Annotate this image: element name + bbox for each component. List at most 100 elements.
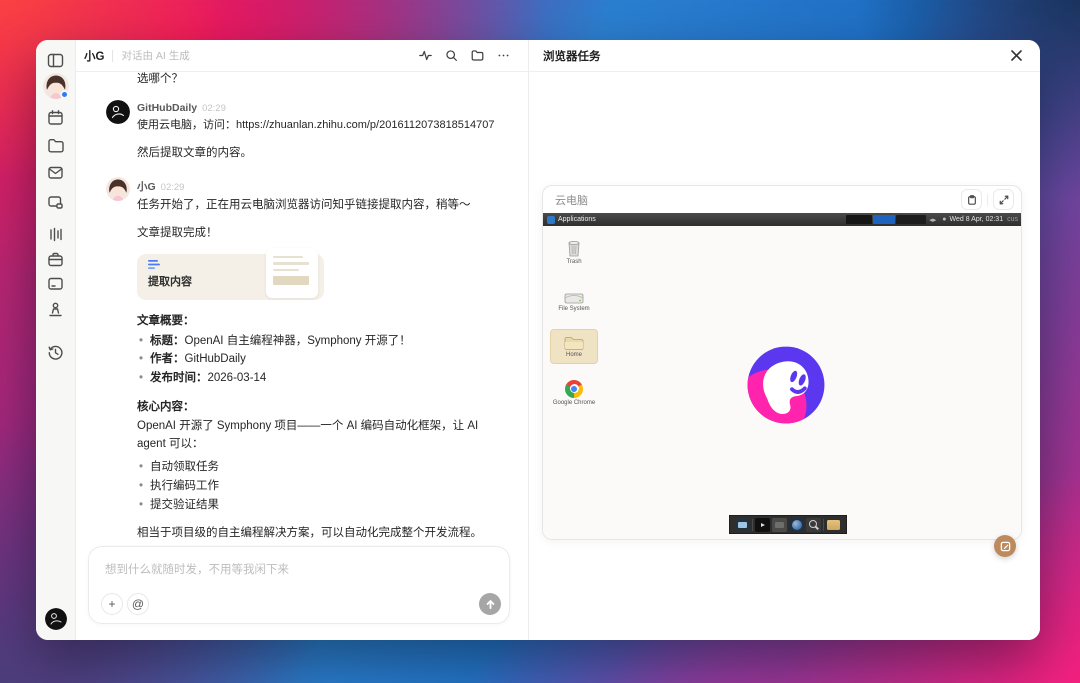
dock-browser-icon[interactable]: [789, 518, 804, 532]
chat-subtitle: 对话由 AI 生成: [121, 48, 189, 63]
list-icon: [148, 260, 160, 270]
task-panel-body: 云电脑 Applications: [529, 72, 1040, 640]
summary-meta-list: 标题：OpenAI 自主编程神器，Symphony 开源了！ 作者：GitHub…: [137, 332, 510, 389]
calendar-icon[interactable]: [44, 105, 68, 129]
list-item: 作者：GitHubDaily: [137, 350, 510, 369]
task-panel-header: 浏览器任务: [529, 40, 1040, 72]
close-icon[interactable]: [1006, 46, 1026, 66]
desktop-icon-file-system[interactable]: File System: [551, 284, 597, 317]
sidebar-toggle-icon[interactable]: [44, 48, 68, 72]
search-icon[interactable]: [440, 45, 462, 67]
remote-desktop[interactable]: Trash File System Home Google Chrom: [543, 226, 1021, 539]
desktop-icon-column: Trash File System Home Google Chrom: [551, 236, 597, 410]
desktop-icon-label: File System: [558, 306, 589, 314]
terminal-card-icon[interactable]: [44, 271, 68, 295]
cloud-window-header: 云电脑: [543, 186, 1021, 213]
dock-console-icon[interactable]: [755, 518, 770, 532]
remote-clock: Wed 8 Apr, 02:31: [950, 216, 1004, 223]
cloud-window-title: 云电脑: [555, 192, 588, 208]
more-icon[interactable]: [492, 45, 514, 67]
home-folder-icon: [564, 336, 584, 350]
task-panel-title: 浏览器任务: [543, 48, 601, 64]
dock-file-manager-icon[interactable]: [772, 518, 787, 532]
online-status-dot: [60, 90, 69, 99]
list-item: 执行编码工作: [137, 477, 510, 496]
message-time: 02:29: [161, 182, 185, 193]
expand-button[interactable]: [993, 189, 1014, 210]
remote-dock: [729, 515, 847, 534]
tray-user-icon: ●: [942, 216, 946, 223]
applications-menu[interactable]: Applications: [558, 216, 596, 223]
conversations-icon[interactable]: [44, 190, 68, 214]
briefcase-icon[interactable]: [44, 247, 68, 271]
mention-button[interactable]: @: [127, 593, 149, 615]
list-item: 提交验证结果: [137, 496, 510, 515]
taskbar-segment: [846, 215, 872, 224]
chat-title: 小G: [84, 48, 104, 64]
remote-user-label: cus: [1007, 216, 1018, 223]
message-list[interactable]: 选哪个？ GitHubDaily 02:29 使用云电脑，访问：https://…: [76, 72, 528, 544]
xfce-menu-icon: [547, 216, 555, 224]
button-divider: [987, 194, 988, 206]
drive-icon: [564, 290, 584, 304]
send-button[interactable]: [479, 593, 501, 615]
expand-icon: [999, 195, 1009, 205]
trash-icon: [566, 239, 582, 257]
dock-terminal-icon[interactable]: [735, 518, 750, 532]
edit-note-icon: [1000, 541, 1011, 552]
list-item: 自动领取任务: [137, 458, 510, 477]
arrow-up-icon: [485, 599, 496, 610]
message-author: GitHubDaily: [137, 102, 197, 114]
desktop-icon-label: Home: [566, 352, 582, 360]
podium-person-icon[interactable]: [44, 297, 68, 321]
taskbar-segment: [896, 215, 926, 224]
desktop-icon-home[interactable]: Home: [551, 330, 597, 363]
activity-icon[interactable]: [414, 45, 436, 67]
folder-icon[interactable]: [466, 45, 488, 67]
message-input[interactable]: 想到什么就随时发，不用等我闲下来 + @: [88, 546, 510, 624]
history-icon[interactable]: [44, 340, 68, 364]
browser-task-panel: 浏览器任务 云电脑: [528, 40, 1040, 640]
taskbar-active-segment: [873, 215, 895, 224]
summary-paragraph: OpenAI 开源了 Symphony 项目——一个 AI 编码自动化框架，让 …: [137, 418, 510, 454]
ghost-loading-logo: [745, 344, 827, 426]
input-placeholder: 想到什么就随时发，不用等我闲下来: [105, 561, 495, 577]
header-divider: [112, 50, 113, 62]
summary-heading: 文章概要：: [137, 312, 510, 328]
desktop-icon-label: Trash: [566, 259, 581, 267]
chrome-icon: [565, 380, 583, 398]
desktop-icon-trash[interactable]: Trash: [551, 236, 597, 270]
message-text: 文章提取完成！: [137, 225, 510, 242]
app-window: 小G 对话由 AI 生成 选哪个？: [36, 40, 1040, 640]
message-time: 02:29: [202, 103, 226, 114]
remote-desktop-menubar: Applications ◂▸ ● Wed 8 Apr, 02:31 cus: [543, 213, 1021, 226]
composer-area: 想到什么就随时发，不用等我闲下来 + @: [76, 544, 528, 640]
document-thumbnail: [266, 248, 318, 298]
desktop-icon-label: Google Chrome: [553, 400, 595, 408]
dock-folder-icon[interactable]: [826, 518, 841, 532]
desktop-icon-google-chrome[interactable]: Google Chrome: [551, 377, 597, 411]
github-daily-avatar-sidebar[interactable]: [45, 608, 67, 630]
list-item: 标题：OpenAI 自主编程神器，Symphony 开源了！: [137, 332, 510, 351]
message-text: 然后提取文章的内容。: [137, 145, 510, 162]
summary-point-list: 自动领取任务 执行编码工作 提交验证结果: [137, 458, 510, 515]
tray-arrow-icon: ◂▸: [929, 216, 936, 224]
summary-heading: 核心内容：: [137, 398, 510, 414]
message-githubdaily: GitHubDaily 02:29 使用云电脑，访问：https://zhuan…: [106, 100, 510, 173]
extract-content-card[interactable]: 提取内容: [137, 254, 324, 300]
app-sidebar: [36, 40, 76, 640]
mail-icon[interactable]: [44, 160, 68, 184]
stats-icon[interactable]: [44, 222, 68, 246]
clipboard-button[interactable]: [961, 189, 982, 210]
summary-paragraph: 相当于项目级的自主编程解决方案，可以自动化完成整个开发流程。: [137, 525, 510, 543]
github-daily-avatar[interactable]: [106, 100, 130, 124]
attach-plus-button[interactable]: +: [101, 593, 123, 615]
notes-fab-button[interactable]: [994, 535, 1016, 557]
dock-search-icon[interactable]: [806, 518, 821, 532]
cloud-computer-window: 云电脑 Applications: [542, 185, 1022, 540]
list-item: 发布时间：2026-03-14: [137, 369, 510, 388]
message-xiaog: 小G 02:29 任务开始了，正在用云电脑浏览器访问知乎链接提取内容，稍等～ 文…: [106, 177, 510, 544]
message-text: 使用云电脑，访问：https://zhuanlan.zhihu.com/p/20…: [137, 117, 510, 134]
xiaog-avatar[interactable]: [106, 177, 130, 201]
folder-icon[interactable]: [44, 133, 68, 157]
